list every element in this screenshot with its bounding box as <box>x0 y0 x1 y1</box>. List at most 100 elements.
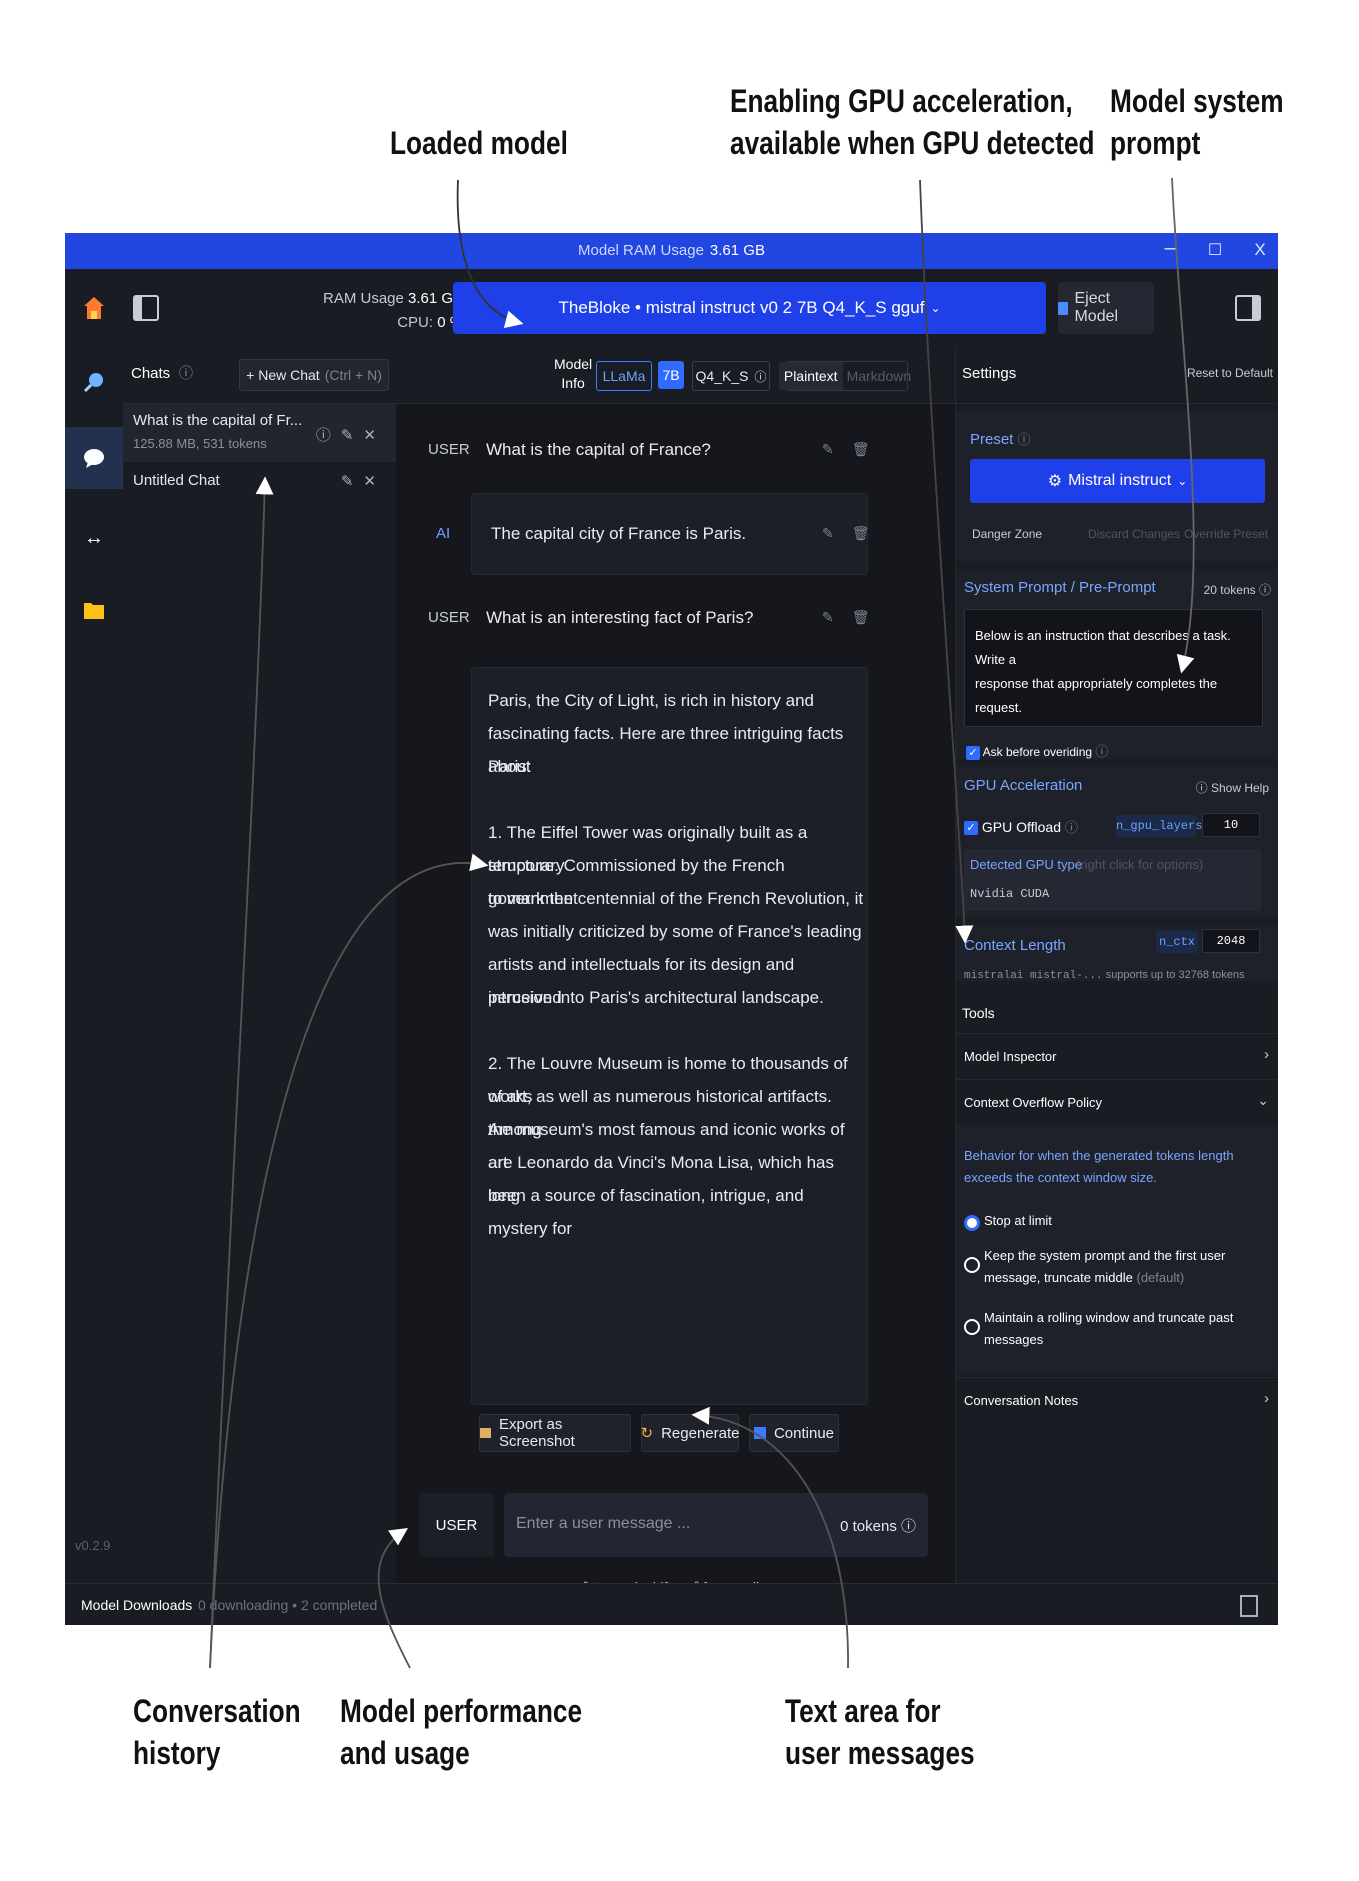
downloads-panel-icon[interactable] <box>1240 1595 1258 1617</box>
radio-truncate-middle[interactable] <box>964 1257 980 1273</box>
version-label: v0.2.9 <box>75 1538 111 1553</box>
preset-selector[interactable]: ⚙ Mistral instruct ⌄ <box>970 459 1265 503</box>
context-length-label: Context Length <box>964 937 1066 954</box>
image-icon <box>480 1428 491 1438</box>
export-screenshot-button[interactable]: Export as Screenshot <box>479 1414 631 1452</box>
model-inspector-row[interactable]: Model Inspector › <box>956 1033 1278 1080</box>
gpu-offload-checkbox[interactable]: ✓ GPU Offload ⓘ <box>964 817 1078 836</box>
chat-item-actions[interactable]: ⓘ✎✕ <box>316 424 386 445</box>
gpu-acceleration-label: GPU Acceleration <box>964 777 1083 794</box>
chats-header: Chats <box>131 365 171 382</box>
top-bar: RAM Usage 3.61 GB CPU: 0 % TheBloke • mi… <box>123 269 1278 348</box>
message-line: the museum's most famous and iconic work… <box>488 1120 845 1172</box>
message-role: USER <box>428 441 470 458</box>
message-text: What is the capital of France? <box>486 440 711 459</box>
minimize-button[interactable]: – <box>1155 237 1185 260</box>
context-overflow-row[interactable]: Context Overflow Policy ⌄ <box>956 1079 1278 1126</box>
chevron-down-icon: ⌄ <box>1177 474 1188 488</box>
message-text: What is an interesting fact of Paris? <box>486 608 754 627</box>
callout-gpu: Enabling GPU acceleration, available when… <box>730 83 1095 161</box>
message-actions[interactable]: ✎🗑 <box>822 441 888 458</box>
n-ctx-input[interactable]: 2048 <box>1202 929 1260 953</box>
maximize-button[interactable]: ☐ <box>1200 240 1230 260</box>
message-actions[interactable]: ✎🗑 <box>822 609 888 626</box>
chat-item-actions[interactable]: ✎✕ <box>341 472 386 490</box>
system-prompt-textarea[interactable]: Below is an instruction that describes a… <box>964 609 1263 727</box>
eject-icon <box>1058 301 1069 315</box>
message-line: 2. The Louvre Museum is home to thousand… <box>488 1054 848 1106</box>
show-help-button[interactable]: ⓘ Show Help <box>1196 779 1269 796</box>
format-toggle[interactable]: Plaintext Markdown <box>778 361 911 391</box>
folder-icon[interactable] <box>65 581 123 639</box>
callout-loaded-model: Loaded model <box>390 125 568 161</box>
title-bar: Model RAM Usage 3.61 GB – ☐ X <box>65 233 1278 269</box>
discard-changes-button[interactable]: Discard Changes <box>1088 527 1180 541</box>
override-preset-button[interactable]: Override Preset <box>1184 527 1268 541</box>
message-role: AI <box>436 525 451 542</box>
n-ctx-label: n_ctx <box>1156 931 1198 953</box>
new-chat-button[interactable]: + New Chat (Ctrl + N) <box>239 359 389 391</box>
ai-message-bubble: Paris, the City of Light, is rich in his… <box>471 667 868 1405</box>
radio-rolling-window[interactable] <box>964 1319 980 1335</box>
callout-system-prompt: Model system prompt <box>1110 83 1284 161</box>
message-text: Paris, the City of Light, is rich in his… <box>488 684 867 1238</box>
chevron-down-icon: ⌄ <box>1257 1092 1269 1108</box>
message-actions[interactable]: ✎🗑 <box>822 525 888 542</box>
info-icon[interactable]: ⓘ <box>179 363 193 383</box>
detected-gpu-value: Nvidia CUDA <box>970 887 1050 901</box>
system-prompt-tokens: 20 tokens ⓘ <box>1203 583 1271 597</box>
play-icon <box>753 1427 766 1439</box>
token-count: 0 tokens ⓘ <box>840 1518 916 1535</box>
ram-usage: RAM Usage 3.61 GB CPU: 0 % <box>323 290 464 331</box>
user-input-row: USER Enter a user message ... 0 tokens ⓘ <box>419 1493 928 1557</box>
danger-zone-label: Danger Zone <box>972 527 1043 541</box>
regenerate-button[interactable]: ↻ Regenerate <box>641 1414 740 1452</box>
eject-model-button[interactable]: Eject Model <box>1058 282 1154 334</box>
swap-arrows-icon[interactable]: ↔ <box>65 509 123 567</box>
reset-default-button[interactable]: Reset to Default <box>1187 366 1273 380</box>
continue-button[interactable]: Continue <box>749 1414 839 1452</box>
n-gpu-layers-label: n_gpu_layers <box>1116 815 1202 837</box>
system-prompt-section: System Prompt / Pre-Prompt 20 tokens ⓘ B… <box>956 569 1278 760</box>
ask-override-checkbox[interactable]: ✓ Ask before overiding ⓘ <box>966 741 1108 760</box>
gpu-section: GPU Acceleration ⓘ Show Help ✓ GPU Offlo… <box>956 767 1278 917</box>
message-line: Paris: <box>488 757 532 776</box>
chevron-right-icon: › <box>1264 1390 1269 1407</box>
model-selector-button[interactable]: TheBloke • mistral instruct v0 2 7B Q4_K… <box>453 282 1046 334</box>
input-role: USER <box>419 1493 494 1557</box>
conversation-notes-row[interactable]: Conversation Notes › <box>956 1377 1278 1424</box>
message-line: structure. Commissioned by the French go… <box>488 856 785 908</box>
close-button[interactable]: X <box>1245 240 1275 260</box>
message-line: Paris, the City of Light, is rich in his… <box>488 691 814 710</box>
chat-icon[interactable] <box>65 427 123 489</box>
chevron-down-icon: ⌄ <box>930 301 941 315</box>
message-line: artists and intellectuals for its design… <box>488 955 795 1007</box>
app-window: Model RAM Usage 3.61 GB – ☐ X ↔ v0.2.9 RA… <box>65 233 1278 1625</box>
model-downloads-bar[interactable]: Model Downloads 0 downloading • 2 comple… <box>65 1583 1278 1625</box>
context-note: mistralai mistral-... supports up to 327… <box>964 969 1245 981</box>
message-line: intrusion into Paris's architectural lan… <box>488 988 824 1007</box>
message-line: fascinating facts. Here are three intrig… <box>488 724 844 776</box>
message-line: 1. The Eiffel Tower was originally built… <box>488 823 808 875</box>
callout-performance: Model performance and usage <box>340 1693 583 1771</box>
size-badge: 7B <box>658 361 684 389</box>
settings-panel-toggle-icon[interactable] <box>1235 295 1261 321</box>
message-line: to mark the centennial of the French Rev… <box>488 889 864 908</box>
info-icon: ⓘ <box>754 369 767 384</box>
left-nav: ↔ v0.2.9 <box>65 269 124 1583</box>
n-gpu-layers-input[interactable]: 10 <box>1202 813 1260 837</box>
search-icon[interactable] <box>65 353 123 411</box>
chat-item[interactable]: What is the capital of Fr... 125.88 MB, … <box>123 404 396 462</box>
message-input[interactable]: Enter a user message ... 0 tokens ⓘ <box>504 1493 928 1557</box>
ram-usage-title: Model RAM Usage 3.61 GB <box>578 242 765 259</box>
radio-stop-at-limit[interactable] <box>964 1215 980 1231</box>
detected-gpu-box[interactable]: Detected GPU type (right click for optio… <box>964 849 1261 911</box>
sidebar-toggle-icon[interactable] <box>133 295 159 321</box>
overflow-policy-options: Behavior for when the generated tokens l… <box>956 1125 1278 1375</box>
message-line <box>488 783 867 816</box>
callout-text-area: Text area for user messages <box>785 1693 975 1771</box>
message-line: are Leonardo da Vinci's Mona Lisa, which… <box>488 1153 834 1205</box>
arch-badge: LLaMa <box>596 361 652 391</box>
home-icon[interactable] <box>65 279 123 337</box>
chat-item[interactable]: Untitled Chat ✎✕ <box>123 462 396 502</box>
